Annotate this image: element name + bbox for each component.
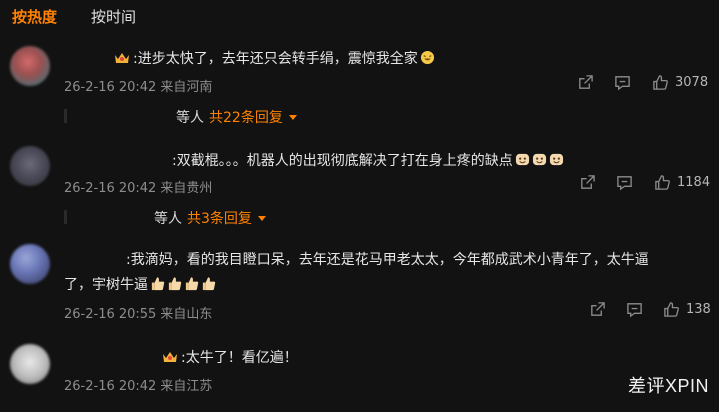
comment-button[interactable] <box>626 301 643 318</box>
share-icon <box>591 302 605 316</box>
share-button[interactable] <box>579 174 596 191</box>
comment-location: 来自山东 <box>160 307 213 322</box>
sort-tabs: 按热度 按时间 <box>12 6 136 28</box>
laughing-emoji-icon <box>515 153 529 166</box>
crown-icon <box>163 352 177 362</box>
comment-location: 来自贵州 <box>160 181 213 196</box>
reply-summary-link[interactable]: 等人 共3条回复 <box>154 208 266 228</box>
comment-location: 来自河南 <box>160 80 213 95</box>
comment-icon <box>617 176 632 191</box>
comment-time: 26-2-16 20:42 <box>64 379 157 394</box>
comment-meta: 26-2-16 20:42 来自贵州 <box>64 177 212 196</box>
crown-icon <box>115 53 129 63</box>
comment-location: 来自江苏 <box>160 379 213 394</box>
share-icon <box>579 75 593 89</box>
watermark: 差评XPIN <box>627 376 709 396</box>
thumbs-up-emoji-icon <box>168 277 182 291</box>
comment-text: :进步太快了，去年还只会转手绢，震惊我全家 <box>114 48 435 68</box>
like-button[interactable]: 3078 <box>652 74 708 91</box>
reply-summary-link[interactable]: 等人 共22条回复 <box>176 107 297 127</box>
comment-text-line-2: 了，宇树牛逼 <box>64 274 216 294</box>
avatar[interactable] <box>10 146 50 186</box>
avatar[interactable] <box>10 46 50 86</box>
comment-button[interactable] <box>616 174 633 191</box>
comment-text-line-1: :我滴妈，看的我目瞪口呆，去年还是花马甲老太太，今年都成武术小青年了，太牛逼 <box>126 252 649 268</box>
thumbs-up-emoji-icon <box>202 277 216 291</box>
laughing-emoji-icon <box>532 153 546 166</box>
like-button[interactable]: 1184 <box>654 174 710 191</box>
like-button[interactable]: 138 <box>663 301 711 318</box>
avatar[interactable] <box>10 344 50 384</box>
reply-divider <box>64 210 67 224</box>
comment-button[interactable] <box>614 74 631 91</box>
comment-time: 26-2-16 20:55 <box>64 307 157 322</box>
chevron-down-icon <box>257 216 266 221</box>
comment-icon <box>627 303 642 318</box>
comment-meta: 26-2-16 20:42 来自河南 <box>64 76 212 95</box>
like-count: 138 <box>686 302 711 317</box>
like-icon <box>655 175 670 190</box>
thumbs-up-emoji-icon <box>151 277 165 291</box>
comment-text: :太牛了！看亿遍！ <box>162 347 298 367</box>
comment-time: 26-2-16 20:42 <box>64 80 157 95</box>
comment-meta: 26-2-16 20:55 来自山东 <box>64 303 212 322</box>
tab-by-time[interactable]: 按时间 <box>91 6 136 28</box>
reply-count: 共3条回复 <box>187 211 252 227</box>
comment-meta: 26-2-16 20:42 来自江苏 <box>64 375 212 394</box>
like-icon <box>664 302 679 317</box>
comment-time: 26-2-16 20:42 <box>64 181 157 196</box>
like-icon <box>653 75 668 90</box>
share-button[interactable] <box>589 301 606 318</box>
comment-icon <box>615 76 630 91</box>
like-count: 3078 <box>675 75 709 90</box>
share-button[interactable] <box>577 74 594 91</box>
laughing-emoji-icon <box>420 50 434 65</box>
laughing-emoji-icon <box>549 153 563 166</box>
reply-divider <box>64 109 67 123</box>
avatar[interactable] <box>10 244 50 284</box>
tab-by-hot[interactable]: 按热度 <box>12 6 57 28</box>
share-icon <box>581 175 595 189</box>
reply-count: 共22条回复 <box>209 110 283 126</box>
like-count: 1184 <box>677 175 711 190</box>
comment-text: :双截棍。。。机器人的出现彻底解决了打在身上疼的缺点 <box>172 150 564 170</box>
chevron-down-icon <box>288 115 297 120</box>
thumbs-up-emoji-icon <box>185 277 199 291</box>
